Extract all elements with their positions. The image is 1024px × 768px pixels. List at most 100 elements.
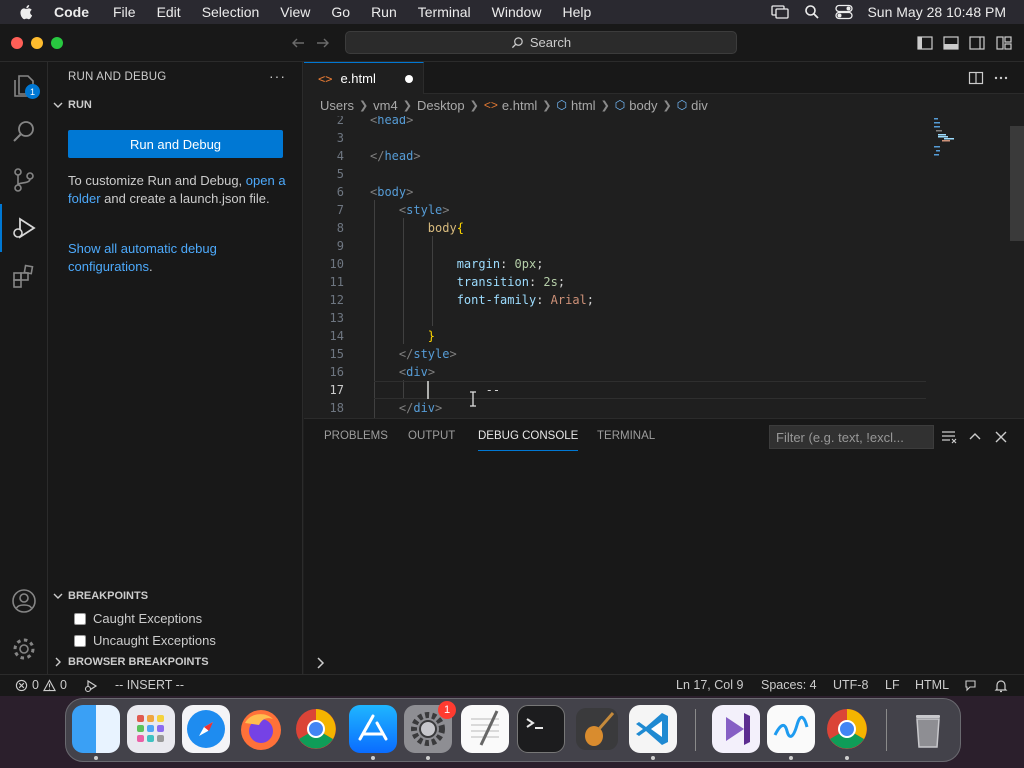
source-control-view-button[interactable] <box>0 156 48 204</box>
menu-terminal[interactable]: Terminal <box>418 4 471 20</box>
toggle-secondary-sidebar-icon[interactable] <box>968 34 986 52</box>
screen-mirroring-icon[interactable] <box>771 4 790 20</box>
trash-icon[interactable] <box>904 705 952 753</box>
chrome-icon[interactable] <box>292 705 340 753</box>
breadcrumb-desktop[interactable]: Desktop <box>417 98 465 113</box>
firefox-icon[interactable] <box>237 705 285 753</box>
tab-debug-console[interactable]: DEBUG CONSOLE <box>478 430 579 451</box>
close-window-button[interactable] <box>11 37 23 49</box>
instruments-icon[interactable] <box>573 705 621 753</box>
tab-output[interactable]: OUTPUT <box>408 430 455 442</box>
uncaught-exceptions-row[interactable]: Uncaught Exceptions <box>74 633 216 648</box>
maximize-panel-icon[interactable] <box>967 429 983 445</box>
close-panel-icon[interactable] <box>993 429 1009 445</box>
menu-selection[interactable]: Selection <box>202 4 260 20</box>
notifications-bell-icon[interactable] <box>994 679 1008 693</box>
explorer-view-button[interactable]: 1 <box>0 62 48 110</box>
breadcrumb-div[interactable]: div <box>691 98 708 113</box>
clear-console-icon[interactable] <box>941 429 957 445</box>
minimize-window-button[interactable] <box>31 37 43 49</box>
split-editor-icon[interactable] <box>968 70 984 86</box>
menu-window[interactable]: Window <box>492 4 542 20</box>
forward-arrow-icon[interactable] <box>314 34 332 52</box>
menu-edit[interactable]: Edit <box>157 4 181 20</box>
textedit-icon[interactable] <box>461 705 509 753</box>
extensions-view-button[interactable] <box>0 252 48 300</box>
tab-problems[interactable]: PROBLEMS <box>324 430 388 442</box>
line-number[interactable]: 14 <box>304 327 344 345</box>
tab-e-html[interactable]: <> e.html <box>304 62 424 94</box>
menubar-clock[interactable]: Sun May 28 10:48 PM <box>867 4 1006 20</box>
end-of-line[interactable]: LF <box>885 678 900 692</box>
line-number[interactable]: 7 <box>304 201 344 219</box>
menu-view[interactable]: View <box>280 4 310 20</box>
debug-console-filter-input[interactable] <box>769 425 934 449</box>
spotlight-icon[interactable] <box>803 4 821 20</box>
zoom-window-button[interactable] <box>51 37 63 49</box>
breadcrumb-file[interactable]: e.html <box>502 98 537 113</box>
chrome-icon-2[interactable] <box>823 705 871 753</box>
app-store-icon[interactable] <box>349 705 397 753</box>
back-arrow-icon[interactable] <box>289 34 307 52</box>
line-number[interactable]: 6 <box>304 183 344 201</box>
code-editor[interactable]: 2 <head> 3 4 </head> 5 6 <body> 7 <style> 8 body{… <box>304 116 1024 418</box>
accounts-button[interactable] <box>0 577 48 625</box>
toggle-panel-icon[interactable] <box>942 34 960 52</box>
vscode-icon[interactable] <box>629 705 677 753</box>
line-number[interactable]: 3 <box>304 129 344 147</box>
manage-button[interactable] <box>0 625 48 673</box>
customize-layout-icon[interactable] <box>995 34 1013 52</box>
editor-scrollbar[interactable] <box>1010 126 1024 241</box>
uncaught-exceptions-checkbox[interactable] <box>74 634 86 647</box>
freeform-icon[interactable] <box>767 705 815 753</box>
browser-breakpoints-section-header[interactable]: BROWSER BREAKPOINTS <box>52 656 209 668</box>
menu-run[interactable]: Run <box>371 4 397 20</box>
line-number[interactable]: 2 <box>304 116 344 129</box>
line-number[interactable]: 5 <box>304 165 344 183</box>
show-all-debug-configurations-link[interactable]: Show all automatic debug configurations <box>68 241 217 274</box>
line-number[interactable]: 17 <box>304 381 344 399</box>
run-and-debug-view-button[interactable] <box>0 204 48 252</box>
apple-icon[interactable] <box>18 3 36 21</box>
minimap[interactable] <box>924 116 1014 418</box>
menu-go[interactable]: Go <box>331 4 350 20</box>
toggle-primary-sidebar-icon[interactable] <box>916 34 934 52</box>
line-number[interactable]: 16 <box>304 363 344 381</box>
line-number[interactable]: 10 <box>304 255 344 273</box>
control-center-icon[interactable] <box>835 4 854 20</box>
menu-help[interactable]: Help <box>562 4 591 20</box>
menu-file[interactable]: File <box>113 4 136 20</box>
breakpoints-section-header[interactable]: BREAKPOINTS <box>52 590 148 602</box>
menu-code[interactable]: Code <box>54 4 89 20</box>
line-number[interactable]: 9 <box>304 237 344 255</box>
chevron-right-icon[interactable] <box>316 657 326 669</box>
breadcrumb-html[interactable]: html <box>571 98 596 113</box>
more-actions-icon[interactable] <box>993 70 1009 86</box>
finder-icon[interactable] <box>72 705 120 753</box>
run-and-debug-button[interactable]: Run and Debug <box>68 130 283 158</box>
language-mode[interactable]: HTML <box>915 678 949 692</box>
terminal-icon[interactable] <box>517 705 565 753</box>
search-view-button[interactable] <box>0 108 48 156</box>
line-number[interactable]: 12 <box>304 291 344 309</box>
safari-icon[interactable] <box>182 705 230 753</box>
line-number[interactable]: 15 <box>304 345 344 363</box>
breadcrumb-users[interactable]: Users <box>320 98 354 113</box>
command-center-search[interactable]: Search <box>345 31 737 54</box>
visual-studio-icon[interactable] <box>712 705 760 753</box>
more-actions-icon[interactable]: ··· <box>269 68 286 84</box>
indentation[interactable]: Spaces: 4 <box>761 678 817 692</box>
problems-status[interactable]: 0 0 <box>15 678 67 692</box>
tab-terminal[interactable]: TERMINAL <box>597 430 655 442</box>
caught-exceptions-row[interactable]: Caught Exceptions <box>74 611 202 626</box>
unsaved-dot-icon[interactable] <box>405 75 413 83</box>
line-number[interactable]: 8 <box>304 219 344 237</box>
line-number[interactable]: 4 <box>304 147 344 165</box>
breadcrumb-body[interactable]: body <box>629 98 657 113</box>
debug-status-icon[interactable] <box>84 679 98 693</box>
run-section-header[interactable]: RUN <box>52 99 92 111</box>
cursor-position[interactable]: Ln 17, Col 9 <box>676 678 743 692</box>
line-number[interactable]: 18 <box>304 399 344 417</box>
breadcrumb-vm4[interactable]: vm4 <box>373 98 398 113</box>
launchpad-icon[interactable] <box>127 705 175 753</box>
